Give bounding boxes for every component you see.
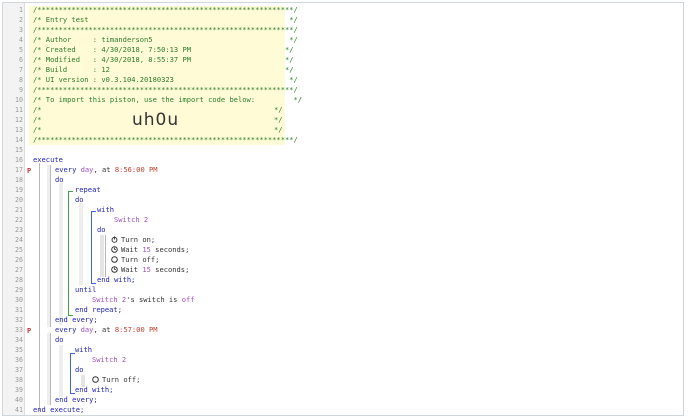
- until-keyword[interactable]: until: [75, 285, 96, 295]
- end-execute-keyword[interactable]: end execute;: [33, 405, 84, 415]
- header-blank-open: /*: [33, 125, 42, 134]
- action-text: Turn off;: [121, 255, 160, 264]
- header-title: /* Entry test */: [33, 15, 298, 24]
- with-guide-top: [91, 211, 96, 212]
- interval-value: day: [80, 325, 94, 334]
- header-blank-open: /*: [33, 115, 42, 124]
- device-name[interactable]: Switch 2: [114, 215, 148, 225]
- action-turn-off[interactable]: Turn off;: [111, 255, 159, 265]
- repeat-do-keyword[interactable]: do: [75, 195, 84, 205]
- every-keyword: every: [55, 325, 77, 334]
- do-keyword[interactable]: do: [55, 335, 64, 345]
- action-turn-on[interactable]: Turn on;: [111, 235, 155, 245]
- with-do-keyword[interactable]: do: [97, 225, 106, 235]
- end-with-keyword[interactable]: end with;: [97, 275, 135, 285]
- until-condition[interactable]: Switch 2's switch is off: [92, 295, 195, 305]
- header-modified: /* Modified : 4/30/2018, 8:55:37 PM */: [33, 55, 294, 64]
- device-name[interactable]: Switch 2: [92, 355, 126, 365]
- header-blank-open: /*: [33, 105, 42, 114]
- every-statement-1[interactable]: every day, at 8:56:00 PM: [55, 165, 158, 175]
- action-turn-off[interactable]: Turn off;: [92, 375, 140, 385]
- condition-device: Switch 2: [92, 295, 127, 304]
- header-build: /* Build : 12 */: [33, 65, 294, 74]
- execute-keyword[interactable]: execute: [33, 155, 63, 165]
- with2-guide-bar: [70, 353, 71, 393]
- wait-text: Wait: [121, 245, 143, 254]
- action-wait[interactable]: Wait 15 seconds;: [111, 245, 189, 255]
- repeat-guide-top: [68, 191, 73, 192]
- header-blank-close: */: [274, 125, 283, 134]
- header-blank-close: */: [274, 115, 283, 124]
- every-statement-2[interactable]: every day, at 8:57:00 PM: [55, 325, 158, 335]
- condition-text: 's switch is: [126, 295, 182, 304]
- repeat-guide-bar: [68, 191, 69, 315]
- repeat-do-shade: [79, 203, 83, 285]
- action-wait[interactable]: Wait 15 seconds;: [111, 265, 189, 275]
- header-ui-version: /* UI version : v0.3.104.20180323 */: [33, 75, 298, 84]
- timer-icon: [111, 246, 118, 253]
- import-code[interactable]: uh0u: [132, 110, 179, 130]
- end-with-keyword[interactable]: end with;: [75, 385, 113, 395]
- wait-unit: seconds;: [150, 245, 190, 254]
- execute-guide-bar: [39, 163, 40, 411]
- wait-duration: 15: [142, 265, 151, 274]
- action-text: Turn off;: [102, 375, 141, 384]
- every2-guide-bar: [50, 333, 51, 405]
- repeat-keyword[interactable]: repeat: [75, 185, 101, 195]
- with-do-guide: [105, 235, 106, 277]
- block-marker[interactable]: P: [27, 167, 31, 175]
- with-guide-bottom: [91, 283, 96, 284]
- with-do-shade: [100, 235, 104, 277]
- circle-icon: [92, 376, 99, 383]
- header-rule: /***************************************…: [33, 25, 298, 34]
- header-blank-close: */: [274, 105, 283, 114]
- header-rule: /***************************************…: [33, 85, 298, 94]
- every-keyword: every: [55, 165, 77, 174]
- time-value: 8:56:00 PM: [114, 165, 158, 174]
- every-do-shade: [59, 183, 63, 325]
- end-every-keyword[interactable]: end every;: [55, 395, 98, 405]
- timer-icon: [111, 266, 118, 273]
- with-keyword[interactable]: with: [75, 345, 92, 355]
- header-created: /* Created : 4/30/2018, 7:50:13 PM */: [33, 45, 294, 54]
- with-do-keyword[interactable]: do: [75, 365, 84, 375]
- with-keyword[interactable]: with: [97, 205, 114, 215]
- header-import-text: /* To import this piston, use the import…: [33, 95, 303, 104]
- block-marker[interactable]: P: [27, 327, 31, 335]
- with-guide-bar: [91, 211, 92, 283]
- end-every-keyword[interactable]: end every;: [55, 315, 98, 325]
- circle-icon: [111, 256, 118, 263]
- at-text: , at: [93, 325, 111, 334]
- piston-code: /***************************************…: [3, 3, 683, 415]
- time-value: 8:57:00 PM: [114, 325, 158, 334]
- code-viewer: 1 2 3 4 5 6 7 8 9 10 11 12 13 14 15 16 17 18 19 20 21 22 23 24 2…: [2, 2, 684, 416]
- wait-unit: seconds;: [150, 265, 190, 274]
- end-repeat-keyword[interactable]: end repeat;: [75, 305, 122, 315]
- power-icon: [111, 236, 118, 243]
- action-text: Turn on;: [121, 235, 156, 244]
- wait-text: Wait: [121, 265, 143, 274]
- do-keyword[interactable]: do: [55, 175, 64, 185]
- condition-value: off: [181, 295, 195, 304]
- header-rule-bottom: /***************************************…: [33, 135, 298, 144]
- wait-duration: 15: [142, 245, 151, 254]
- header-author: /* Author : timanderson5 */: [33, 35, 298, 44]
- interval-value: day: [80, 165, 94, 174]
- every-guide-bar: [50, 165, 51, 327]
- at-text: , at: [93, 165, 111, 174]
- header-rule-top: /***************************************…: [33, 5, 298, 14]
- every2-do-shade: [59, 345, 63, 397]
